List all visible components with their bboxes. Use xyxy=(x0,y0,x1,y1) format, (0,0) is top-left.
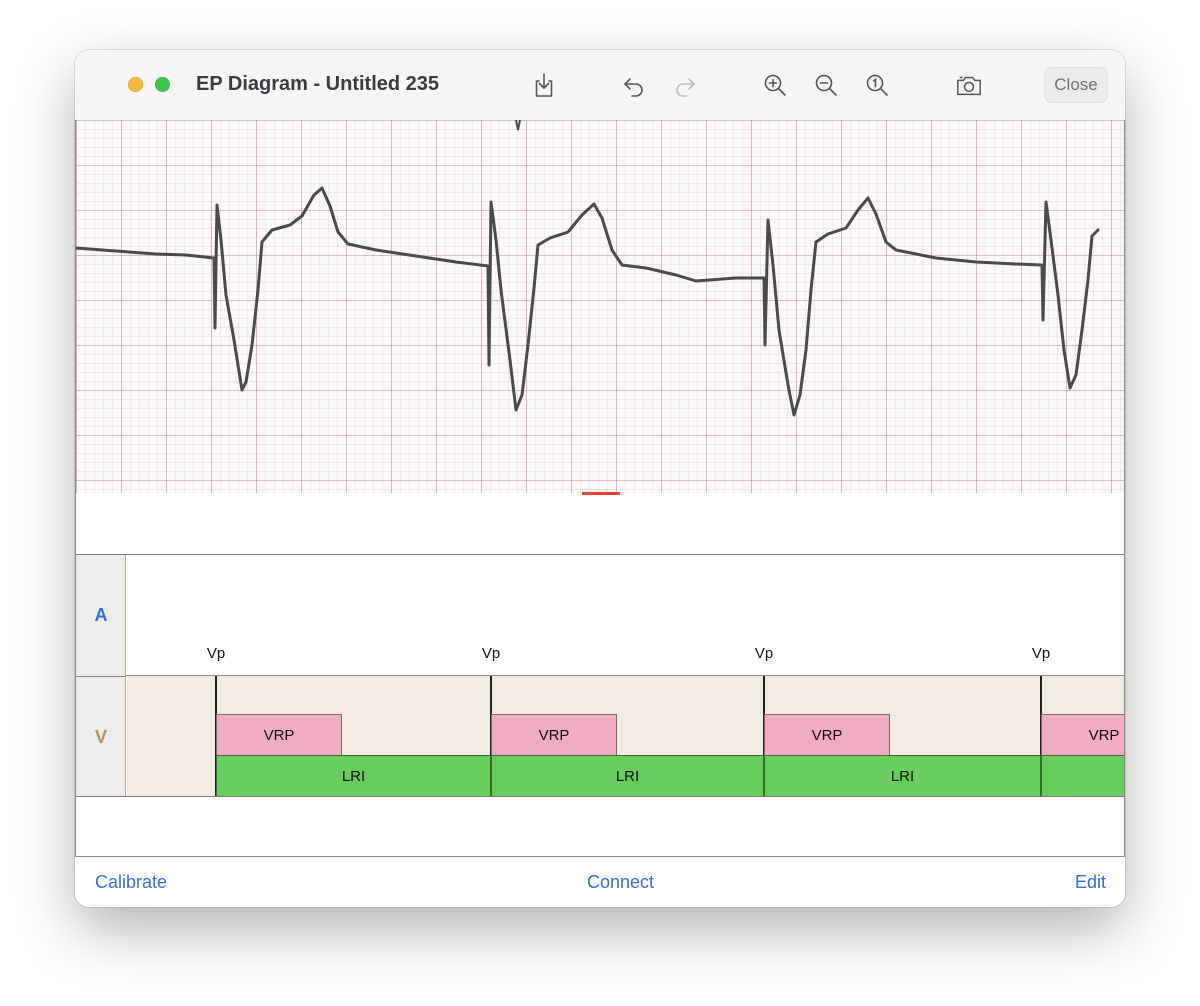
ladder-diagram[interactable]: A V Vp Vp Vp Vp VRP VRP VRP VRP LRI LRI … xyxy=(76,554,1124,797)
lri-interval[interactable]: LRI xyxy=(764,755,1041,796)
vrp-period[interactable]: VRP xyxy=(491,714,617,755)
zoom-out-icon[interactable] xyxy=(812,71,840,99)
redo-icon[interactable] xyxy=(671,71,699,99)
window-title: EP Diagram - Untitled 235 xyxy=(196,73,440,95)
diagram-content: A V Vp Vp Vp Vp VRP VRP VRP VRP LRI LRI … xyxy=(75,120,1125,857)
vrp-period[interactable]: VRP xyxy=(764,714,890,755)
ecg-trace xyxy=(76,120,1100,417)
calibrate-button[interactable]: Calibrate xyxy=(95,872,167,893)
save-icon[interactable] xyxy=(530,71,558,99)
atrium-row-label[interactable]: A xyxy=(76,555,126,675)
vrp-period[interactable]: VRP xyxy=(1041,714,1124,755)
vrp-period[interactable]: VRP xyxy=(216,714,342,755)
title-bar: EP Diagram - Untitled 235 Close xyxy=(75,50,1125,121)
connect-button[interactable]: Connect xyxy=(587,872,654,893)
zoom-window-button[interactable] xyxy=(155,77,170,92)
undo-icon[interactable] xyxy=(620,71,648,99)
ladder-row-labels: A V xyxy=(76,555,126,796)
lri-interval[interactable]: LRI xyxy=(491,755,764,796)
zoom-in-icon[interactable] xyxy=(761,71,789,99)
lri-interval[interactable]: LRI xyxy=(216,755,491,796)
vp-mark-label: Vp xyxy=(1031,645,1051,662)
camera-icon[interactable] xyxy=(955,71,985,99)
edit-button[interactable]: Edit xyxy=(1075,872,1106,893)
cursor-position-marker[interactable] xyxy=(582,492,620,495)
zoom-reset-icon[interactable] xyxy=(863,71,891,99)
bottom-toolbar: Calibrate Connect Edit xyxy=(75,857,1125,907)
close-button[interactable]: Close xyxy=(1044,67,1108,103)
lri-interval-partial[interactable] xyxy=(1041,755,1124,796)
vp-mark-label: Vp xyxy=(206,645,226,662)
ecg-image[interactable] xyxy=(76,120,1124,493)
vp-mark-label: Vp xyxy=(754,645,774,662)
minimize-window-button[interactable] xyxy=(128,77,143,92)
ventricle-row-label[interactable]: V xyxy=(76,676,126,797)
app-window: EP Diagram - Untitled 235 Close A V Vp V… xyxy=(75,50,1125,907)
vp-mark-label: Vp xyxy=(481,645,501,662)
